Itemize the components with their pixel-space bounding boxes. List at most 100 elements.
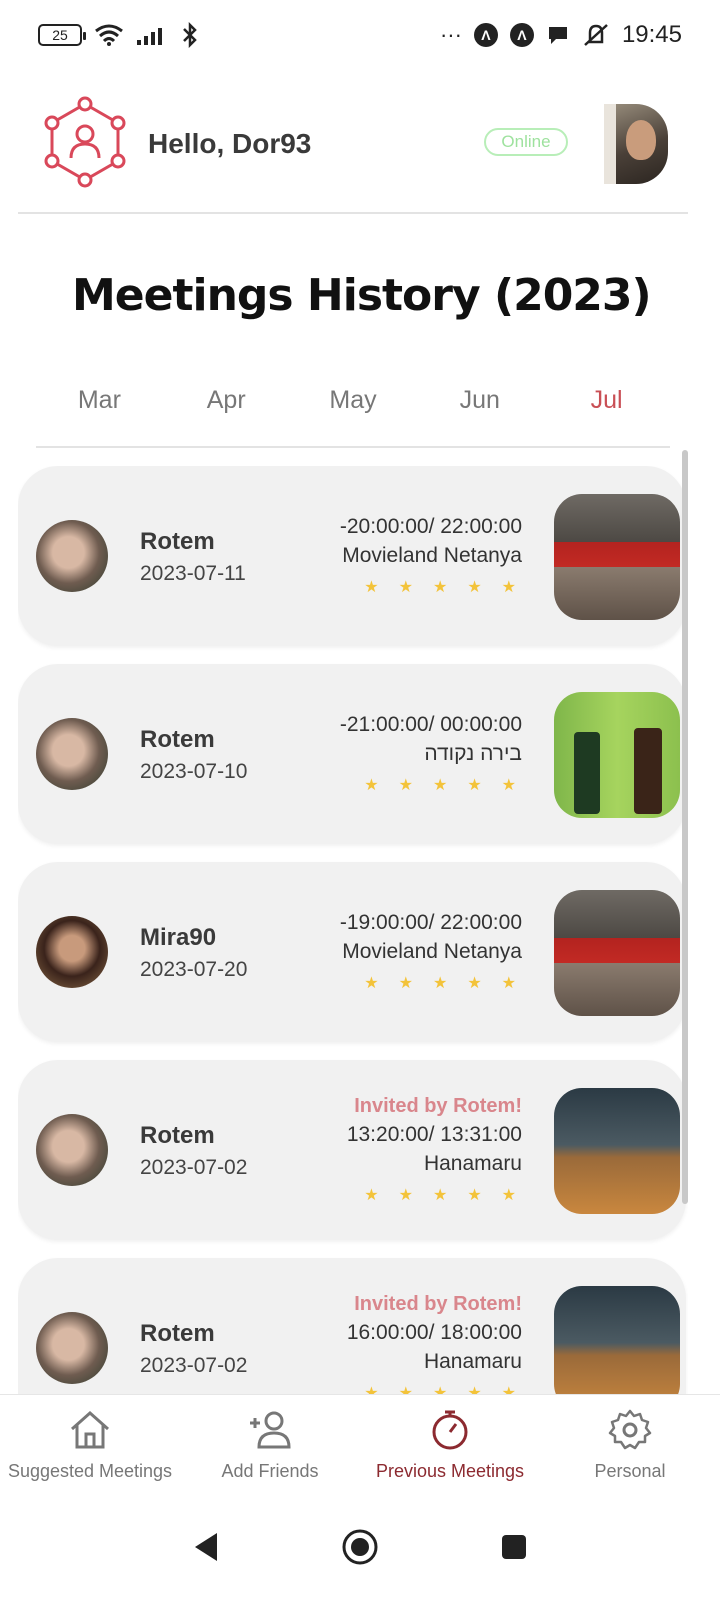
tab-jul[interactable]: Jul [543,380,670,446]
recents-icon [502,1535,526,1559]
home-button[interactable] [338,1525,382,1569]
home-icon [71,1410,109,1449]
signal-icon [137,28,162,45]
nav-label: Suggested Meetings [7,1461,173,1481]
place-image [554,1286,680,1394]
star-icon[interactable]: ★ [502,974,516,994]
meeting-place: Movieland Netanya [342,544,522,567]
place-image [554,692,680,818]
nav-add-friends[interactable]: Add Friends [180,1395,360,1494]
star-icon[interactable]: ★ [502,1384,516,1394]
meeting-info: Invited by Rotem! 13:20:00/ 13:31:00 Han… [347,1092,522,1206]
tab-may[interactable]: May [290,380,417,446]
meeting-place: Movieland Netanya [342,940,522,963]
meeting-partner-name: Rotem [140,528,215,555]
back-icon [195,1533,217,1561]
meeting-info: -20:00:00/ 22:00:00 Movieland Netanya ★ ★… [340,512,522,598]
star-icon[interactable]: ★ [433,974,447,994]
clock: 19:45 [621,21,682,48]
meeting-card[interactable]: Rotem 2023-07-02 Invited by Rotem! 16:00… [18,1258,686,1394]
star-icon[interactable]: ★ [433,776,447,796]
nav-previous-meetings[interactable]: Previous Meetings [360,1395,540,1494]
meeting-card[interactable]: Rotem 2023-07-02 Invited by Rotem! 13:20… [18,1060,686,1240]
avatar [36,1312,108,1384]
tab-mar[interactable]: Mar [36,380,163,446]
nav-label: Personal [594,1461,666,1481]
timer-icon [432,1410,468,1450]
star-icon[interactable]: ★ [364,1186,378,1206]
star-icon[interactable]: ★ [399,578,413,598]
invited-label: Invited by Rotem! [354,1095,522,1117]
mute-icon [584,24,608,46]
star-icon[interactable]: ★ [399,1384,413,1394]
star-icon[interactable]: ★ [399,974,413,994]
meeting-partner-name: Rotem [140,1122,215,1149]
star-icon[interactable]: ★ [502,578,516,598]
meeting-time: -21:00:00/ 00:00:00 [339,713,522,736]
star-icon[interactable]: ★ [502,776,516,796]
meeting-place: Hanamaru [423,1350,522,1373]
tab-jun[interactable]: Jun [416,380,543,446]
rating: ★ ★ ★ ★ ★ [347,1186,522,1206]
app-screen: 25 ··· Λ Λ 19:45 Hello, Dor93 Online Mee… [0,0,720,1600]
place-image [554,1088,680,1214]
nav-label: Previous Meetings [375,1461,525,1481]
meeting-date: 2023-07-10 [140,760,248,783]
profile-avatar[interactable] [604,104,668,184]
meeting-date: 2023-07-20 [140,958,248,981]
star-icon[interactable]: ★ [364,974,378,994]
meeting-card[interactable]: Mira90 2023-07-20 -19:00:00/ 22:00:00 Mo… [18,862,686,1042]
star-icon[interactable]: ★ [399,1186,413,1206]
online-status-badge: Online [484,128,568,156]
star-icon[interactable]: ★ [467,578,481,598]
battery-icon: 25 [38,24,86,46]
tab-apr[interactable]: Apr [163,380,290,446]
meetings-list[interactable]: Rotem 2023-07-11 -20:00:00/ 22:00:00 Mov… [18,466,688,1394]
recents-button[interactable] [492,1525,536,1569]
app-a-icon: Λ [473,23,498,47]
meeting-time: 13:20:00/ 13:31:00 [346,1123,522,1146]
star-icon[interactable]: ★ [467,974,481,994]
meeting-card[interactable]: Rotem 2023-07-11 -20:00:00/ 22:00:00 Mov… [18,466,686,646]
add-user-icon [250,1411,291,1449]
list-scrollbar[interactable] [682,450,688,1204]
gear-icon [608,1409,652,1450]
back-button[interactable] [184,1525,228,1569]
star-icon[interactable]: ★ [467,776,481,796]
star-icon[interactable]: ★ [467,1186,481,1206]
star-icon[interactable]: ★ [364,578,378,598]
bluetooth-icon [183,22,197,48]
rating: ★ ★ ★ ★ ★ [340,776,522,796]
invited-label: Invited by Rotem! [354,1293,522,1315]
nav-personal[interactable]: Personal [540,1395,720,1494]
battery-level: 25 [52,27,68,43]
star-icon[interactable]: ★ [433,1186,447,1206]
star-icon[interactable]: ★ [433,1384,447,1394]
meeting-partner-name: Rotem [140,1320,215,1347]
home-circle-icon [342,1529,378,1565]
meeting-time: -20:00:00/ 22:00:00 [339,515,522,538]
wifi-icon [95,24,123,46]
star-icon[interactable]: ★ [467,1384,481,1394]
chat-icon [548,27,567,44]
meeting-partner-name: Mira90 [140,924,217,951]
avatar [36,520,108,592]
rating: ★ ★ ★ ★ ★ [340,578,522,598]
page-title: Meetings History (2023) [72,270,652,321]
rating: ★ ★ ★ ★ ★ [340,974,522,994]
meeting-date: 2023-07-02 [140,1354,248,1377]
star-icon[interactable]: ★ [364,1384,378,1394]
more-dots: ··· [439,22,462,47]
bottom-nav: Suggested Meetings Add Friends Previous … [0,1394,720,1494]
greeting: Hello, Dor93 [148,128,312,159]
star-icon[interactable]: ★ [399,776,413,796]
avatar [36,718,108,790]
nav-suggested-meetings[interactable]: Suggested Meetings [0,1395,180,1494]
meeting-card[interactable]: Rotem 2023-07-10 -21:00:00/ 00:00:00 ביר… [18,664,686,844]
star-icon[interactable]: ★ [364,776,378,796]
app-logo-icon [44,96,126,188]
star-icon[interactable]: ★ [502,1186,516,1206]
meeting-date: 2023-07-02 [140,1156,248,1179]
star-icon[interactable]: ★ [433,578,447,598]
place-image [554,494,680,620]
